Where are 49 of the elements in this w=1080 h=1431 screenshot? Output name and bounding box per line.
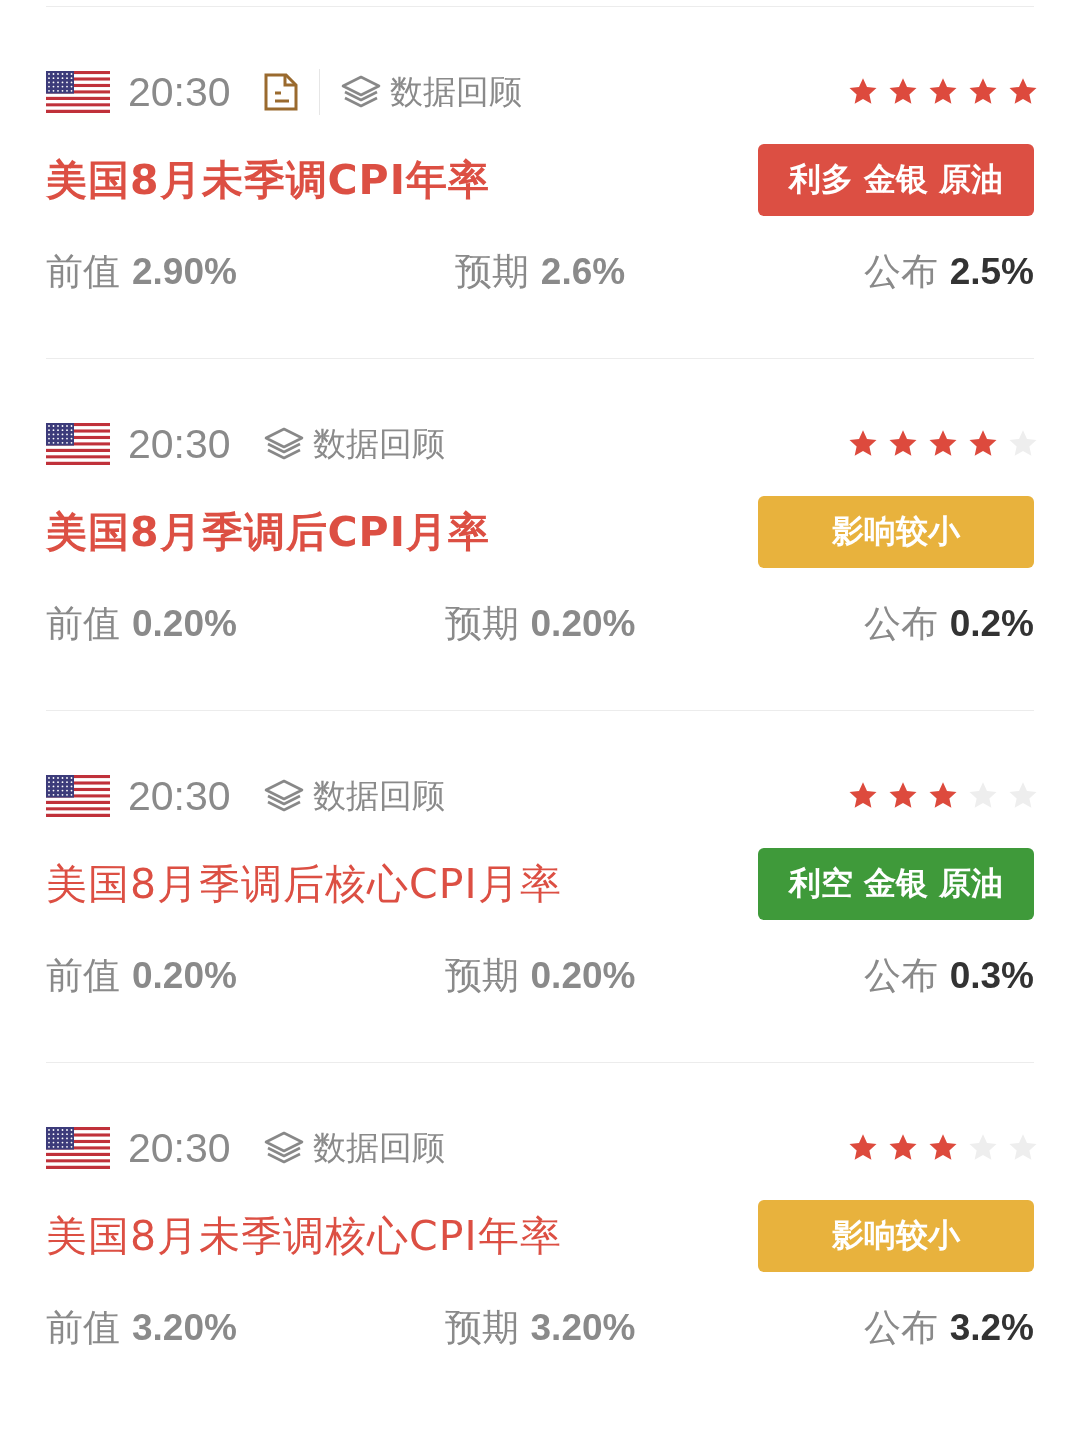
actual-value: 2.5% — [949, 251, 1034, 293]
event-title[interactable]: 美国8月季调后CPI月率 — [46, 504, 490, 560]
event-title[interactable]: 美国8月未季调核心CPI年率 — [46, 1208, 562, 1264]
event-time: 20:30 — [128, 68, 231, 116]
forecast-value: 0.20% — [530, 603, 636, 645]
impact-tag: 影响较小 — [758, 496, 1034, 568]
previous-label: 前值 — [46, 1305, 120, 1351]
previous-value: 0.20% — [132, 603, 237, 645]
actual-label: 公布 — [863, 601, 938, 647]
previous-label: 前值 — [46, 249, 120, 295]
us-flag-icon — [46, 1127, 110, 1169]
layers-icon — [262, 778, 305, 814]
previous-value: 2.90% — [132, 251, 237, 293]
forecast-label: 预期 — [444, 953, 519, 999]
previous-value: 3.20% — [132, 1307, 237, 1349]
previous-value: 0.20% — [132, 955, 237, 997]
forecast-value: 2.6% — [540, 251, 626, 293]
event-time: 20:30 — [128, 772, 231, 820]
actual-value: 0.2% — [949, 603, 1034, 645]
data-review-link[interactable]: 数据回顾 — [262, 1125, 445, 1171]
us-flag-icon — [46, 71, 110, 113]
us-flag-icon — [46, 423, 110, 465]
previous-label: 前值 — [46, 953, 120, 999]
event-title[interactable]: 美国8月未季调CPI年率 — [46, 152, 490, 208]
forecast-value: 3.20% — [530, 1307, 636, 1349]
layers-icon — [262, 426, 305, 462]
data-review-link[interactable]: 数据回顾 — [262, 421, 445, 467]
actual-label: 公布 — [863, 249, 938, 295]
actual-label: 公布 — [863, 1305, 938, 1351]
actual-value: 0.3% — [949, 955, 1034, 997]
impact-tag: 利空 金银 原油 — [758, 848, 1034, 920]
previous-label: 前值 — [46, 601, 120, 647]
actual-value: 3.2% — [949, 1307, 1034, 1349]
layers-icon — [339, 74, 382, 110]
forecast-label: 预期 — [454, 249, 529, 295]
forecast-value: 0.20% — [530, 955, 636, 997]
event-time: 20:30 — [128, 1124, 231, 1172]
forecast-label: 预期 — [444, 1305, 519, 1351]
data-review-link[interactable]: 数据回顾 — [339, 69, 522, 115]
event-title[interactable]: 美国8月季调后核心CPI月率 — [46, 856, 562, 912]
document-icon[interactable] — [262, 73, 299, 111]
forecast-label: 预期 — [444, 601, 519, 647]
layers-icon — [262, 1130, 305, 1166]
impact-tag: 影响较小 — [758, 1200, 1034, 1272]
impact-tag: 利多 金银 原油 — [758, 144, 1034, 216]
actual-label: 公布 — [863, 953, 938, 999]
data-review-link[interactable]: 数据回顾 — [262, 773, 445, 819]
us-flag-icon — [46, 775, 110, 817]
event-time: 20:30 — [128, 420, 231, 468]
